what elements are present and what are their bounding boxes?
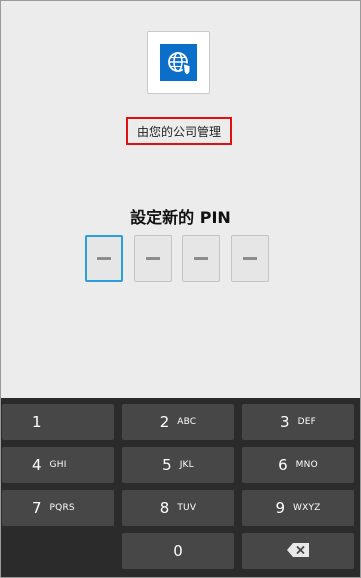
key-number: 4 (32, 456, 42, 474)
key-7[interactable]: 7 PQRS (2, 490, 114, 526)
key-4[interactable]: 4 GHI (2, 447, 114, 483)
key-number: 9 (275, 499, 285, 517)
pin-placeholder (194, 257, 208, 260)
key-5[interactable]: 5 JKL (122, 447, 234, 483)
pin-digit-3[interactable] (182, 235, 220, 282)
pin-digit-4[interactable] (231, 235, 269, 282)
key-1[interactable]: 1 (2, 404, 114, 440)
backspace-button[interactable] (242, 533, 354, 569)
key-number: 7 (32, 499, 42, 517)
pin-placeholder (243, 257, 257, 260)
key-number: 2 (159, 413, 170, 431)
key-letters: MNO (295, 460, 318, 470)
key-number: 8 (159, 499, 170, 517)
pin-setup-panel: 由您的公司管理 設定新的 PIN (1, 1, 360, 398)
key-letters: ABC (177, 417, 197, 427)
pin-digit-2[interactable] (134, 235, 172, 282)
screen: 由您的公司管理 設定新的 PIN 1 2 ABC 3 DEF 4 GHI 5 J… (0, 0, 361, 578)
key-9[interactable]: 9 WXYZ (242, 490, 354, 526)
key-number: 1 (32, 413, 42, 431)
key-letters: WXYZ (293, 503, 321, 513)
key-letters: DEF (297, 417, 316, 427)
managed-by-label: 由您的公司管理 (126, 117, 232, 145)
pin-placeholder (97, 257, 111, 260)
key-letters: PQRS (49, 503, 75, 513)
page-title: 設定新的 PIN (130, 208, 231, 227)
key-letters: JKL (179, 460, 194, 470)
key-6[interactable]: 6 MNO (242, 447, 354, 483)
key-number: 6 (278, 456, 288, 474)
globe-shield-icon (160, 44, 197, 81)
key-8[interactable]: 8 TUV (122, 490, 234, 526)
key-letters: GHI (49, 460, 67, 470)
pin-digit-1[interactable] (85, 235, 123, 282)
key-3[interactable]: 3 DEF (242, 404, 354, 440)
key-number: 3 (280, 413, 290, 431)
backspace-icon (287, 542, 309, 561)
app-icon-tile (147, 31, 210, 94)
key-number: 5 (162, 456, 172, 474)
key-0[interactable]: 0 (122, 533, 234, 569)
key-letters: TUV (177, 503, 197, 513)
key-number: 0 (173, 542, 183, 560)
key-2[interactable]: 2 ABC (122, 404, 234, 440)
pin-placeholder (146, 257, 160, 260)
numeric-keypad: 1 2 ABC 3 DEF 4 GHI 5 JKL 6 MNO 7 PQRS 8 (1, 398, 360, 577)
